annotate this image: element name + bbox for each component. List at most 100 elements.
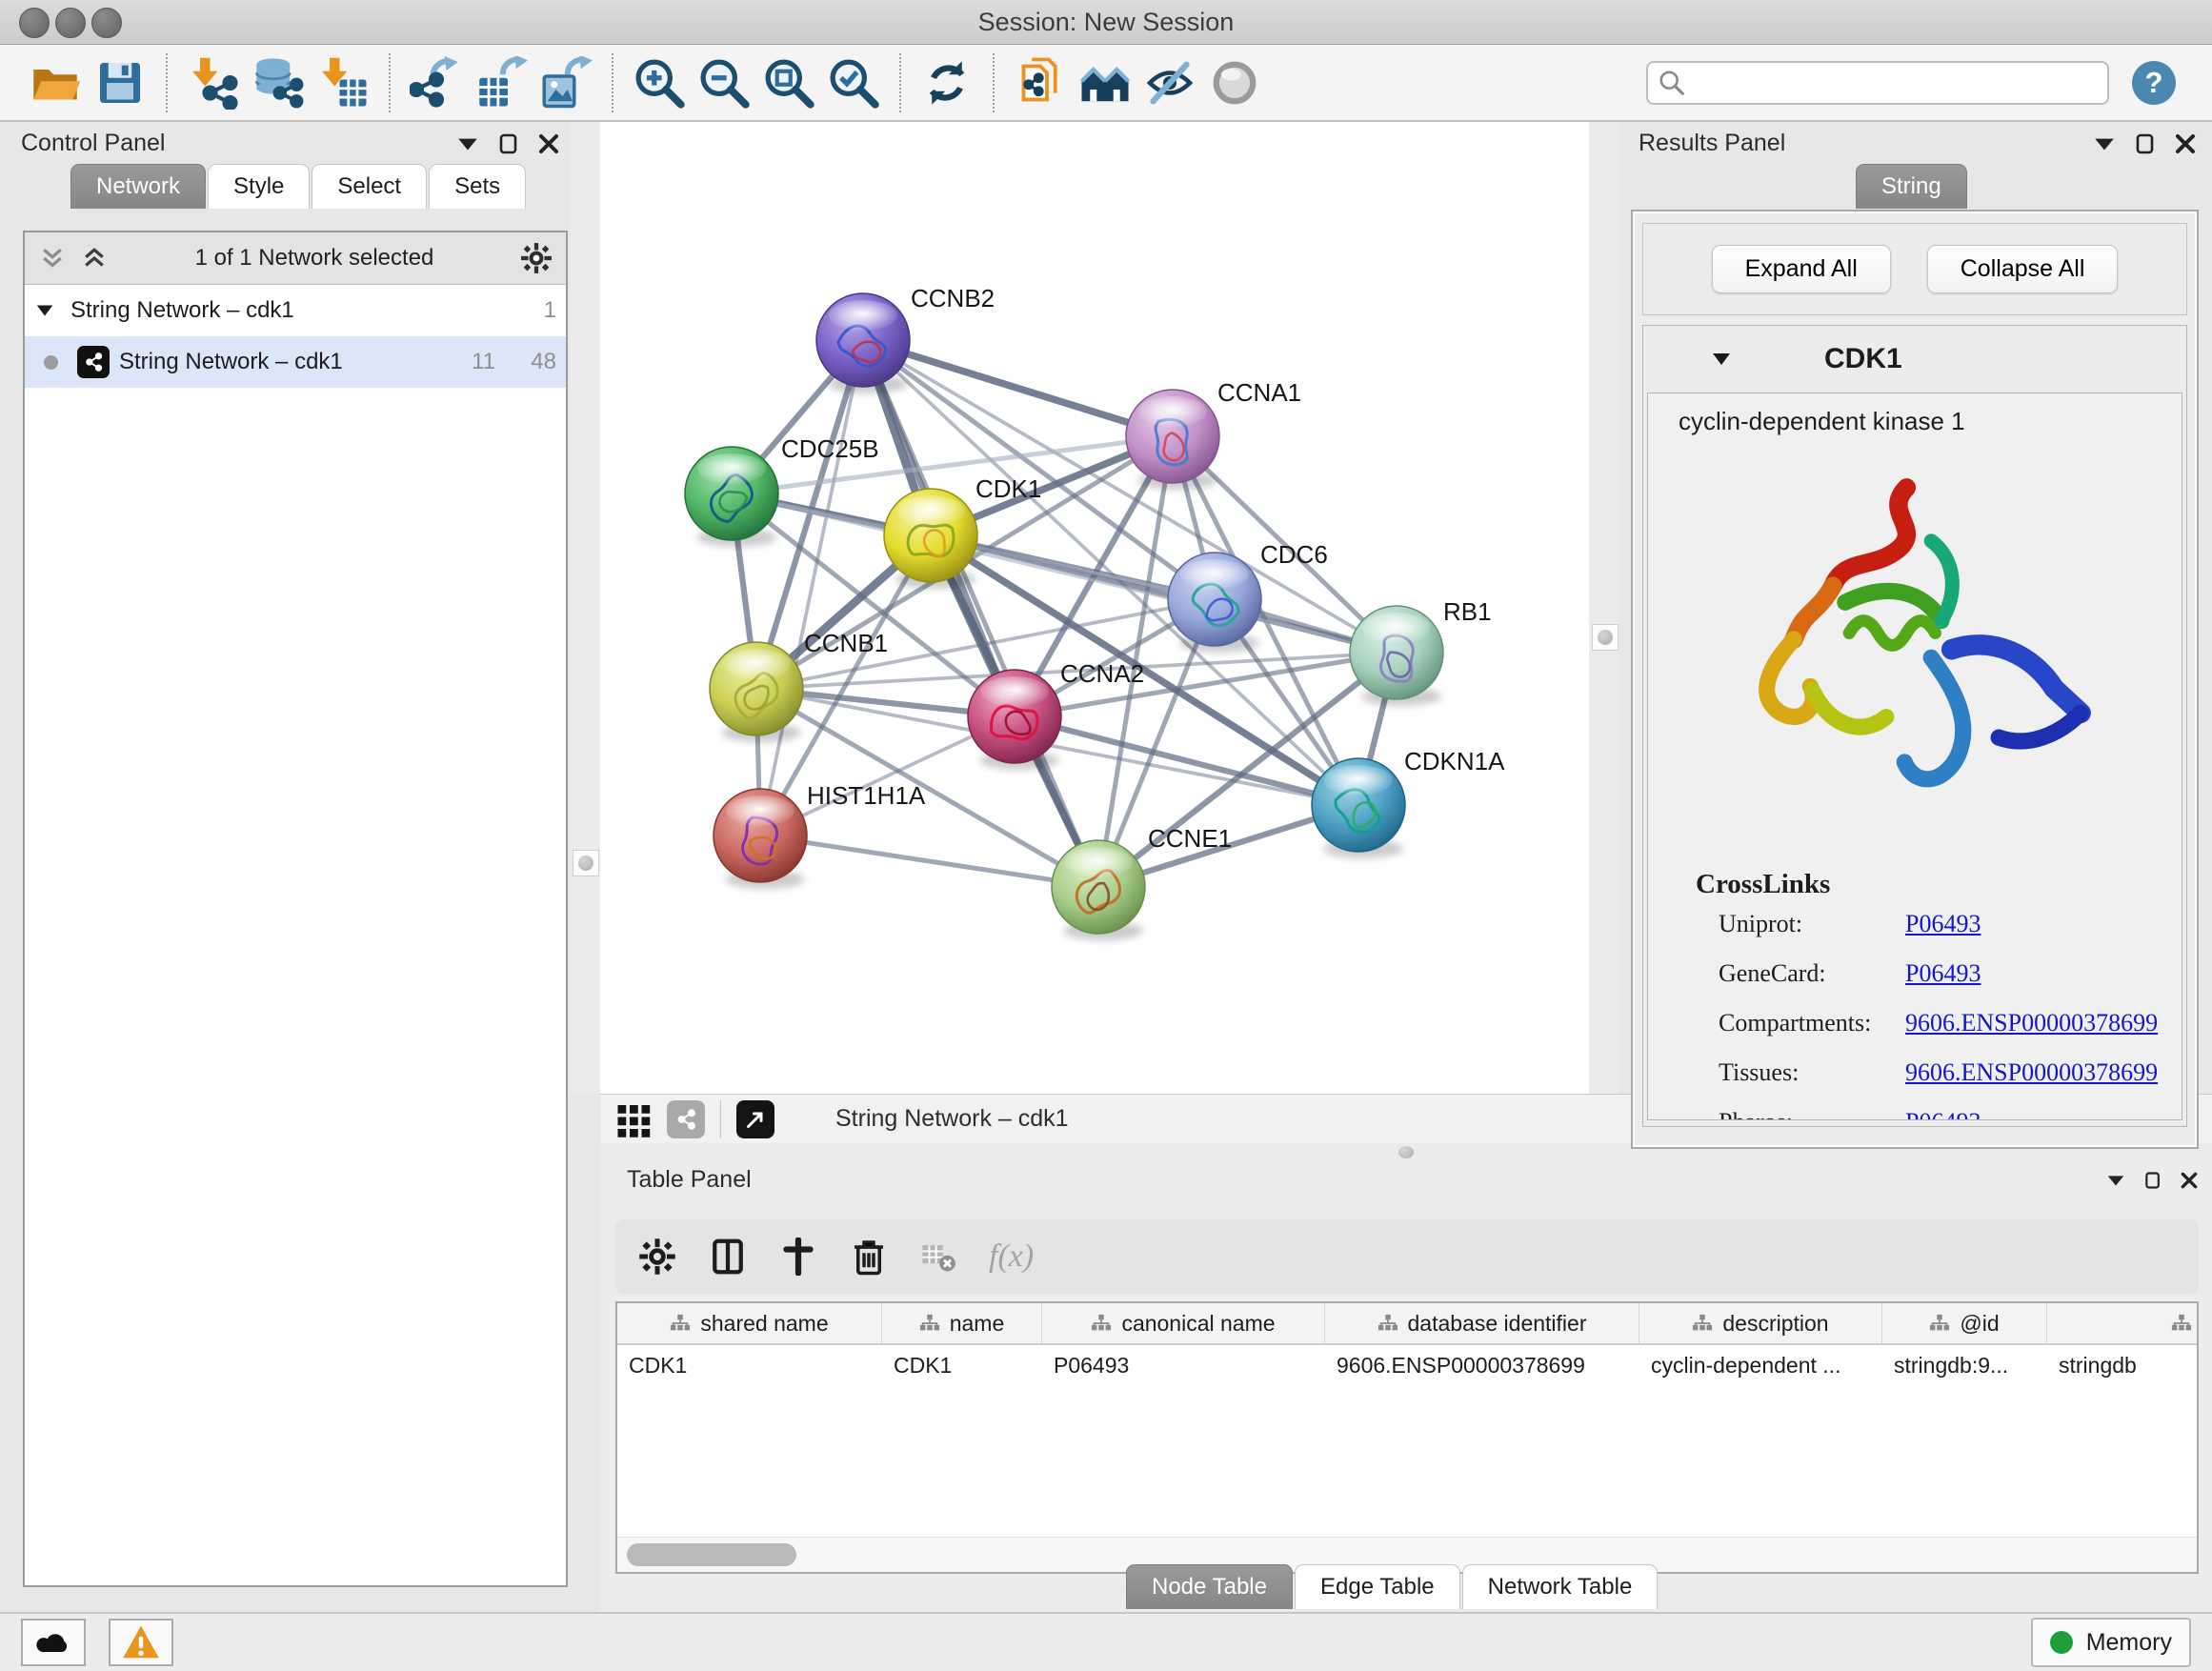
network-node-CCNE1[interactable] (1052, 840, 1145, 940)
cloud-button[interactable] (21, 1619, 86, 1666)
crosslink-link[interactable]: P06493 (1905, 910, 1981, 938)
right-splitter-handle[interactable] (1592, 624, 1619, 651)
column-header[interactable]: description (1639, 1303, 1882, 1343)
collapse-all-button[interactable]: Collapse All (1927, 245, 2119, 293)
crosslink-row: GeneCard:P06493 (1719, 959, 2182, 988)
tab-sets[interactable]: Sets (429, 164, 526, 209)
close-panel-icon[interactable] (2180, 1171, 2199, 1190)
column-header[interactable]: shared name (617, 1303, 882, 1343)
maximize-panel-icon[interactable] (2143, 1171, 2162, 1190)
memory-button[interactable]: Memory (2031, 1618, 2191, 1667)
column-header[interactable]: database identifier (1325, 1303, 1639, 1343)
network-node-RB1[interactable] (1350, 606, 1443, 706)
delete-table-icon[interactable] (920, 1238, 956, 1275)
crosslink-link[interactable]: 9606.ENSP00000378699 (1905, 1058, 2158, 1087)
save-session-icon[interactable] (92, 55, 148, 111)
memory-label: Memory (2086, 1629, 2172, 1657)
maximize-window-icon[interactable] (91, 8, 122, 38)
scrollbar-thumb[interactable] (627, 1543, 796, 1566)
float-panel-icon[interactable] (2092, 131, 2117, 156)
gear-icon[interactable] (520, 242, 553, 274)
show-columns-icon[interactable] (709, 1238, 747, 1276)
tab-network[interactable]: Network (70, 164, 206, 209)
open-session-icon[interactable] (28, 55, 83, 111)
refresh-icon[interactable] (919, 55, 975, 111)
crosslink-link[interactable]: 9606.ENSP00000378699 (1905, 1009, 2158, 1037)
tab-node-table[interactable]: Node Table (1126, 1564, 1293, 1609)
tab-select[interactable]: Select (312, 164, 427, 209)
network-node-CCNB1[interactable] (710, 642, 803, 742)
formula-fx-icon[interactable]: f(x) (989, 1238, 1034, 1275)
collapse-all-icon[interactable] (38, 244, 67, 272)
close-panel-icon[interactable] (2174, 132, 2197, 155)
entry-collapse-icon[interactable] (1710, 348, 1733, 371)
right-splitter[interactable] (1589, 122, 1619, 1160)
collection-expand-icon[interactable] (34, 300, 55, 321)
export-image-icon[interactable] (538, 55, 593, 111)
network-canvas[interactable]: CCNB2CCNA1CDC25BCDK1CDC6RB1CCNB1CCNA2CDK… (600, 122, 1589, 1094)
expand-all-icon[interactable] (80, 244, 109, 272)
zoom-fit-icon[interactable] (761, 55, 816, 111)
tab-network-table[interactable]: Network Table (1462, 1564, 1659, 1609)
network-node-label: CDC25B (781, 434, 879, 464)
crosslink-link[interactable]: P06493 (1905, 959, 1981, 988)
table-settings-gear-icon[interactable] (638, 1238, 676, 1276)
column-header[interactable]: canonical name (1042, 1303, 1325, 1343)
horizontal-splitter-handle[interactable] (1398, 1146, 1414, 1158)
float-panel-icon[interactable] (2105, 1170, 2126, 1191)
hide-glyph-eye-icon[interactable] (1142, 55, 1197, 111)
table-row[interactable]: CDK1CDK1P064939606.ENSP00000378699cyclin… (617, 1345, 2197, 1385)
search-input[interactable] (1686, 69, 2098, 97)
network-node-CDK1[interactable] (884, 489, 977, 589)
maximize-panel-icon[interactable] (2134, 132, 2157, 155)
column-header[interactable]: @id (1882, 1303, 2047, 1343)
close-panel-icon[interactable] (537, 132, 560, 155)
network-edge[interactable] (760, 836, 1098, 887)
string-view-icon[interactable] (667, 1100, 705, 1138)
left-splitter[interactable] (570, 122, 600, 1094)
network-collection-row[interactable]: String Network – cdk1 1 (25, 285, 566, 336)
tab-style[interactable]: Style (208, 164, 310, 209)
network-row[interactable]: String Network – cdk1 11 48 (25, 336, 566, 388)
gray-sphere-icon[interactable] (1207, 55, 1262, 111)
column-header-label: shared name (700, 1311, 828, 1337)
column-header[interactable]: namespac (2047, 1303, 2199, 1343)
column-header[interactable]: name (882, 1303, 1042, 1343)
grid-view-icon[interactable] (615, 1100, 654, 1138)
network-node-CDC25B[interactable] (685, 447, 778, 547)
table-cell: 9606.ENSP00000378699 (1325, 1345, 1639, 1385)
left-splitter-handle[interactable] (573, 850, 599, 876)
minimize-window-icon[interactable] (55, 8, 86, 38)
import-table-icon[interactable] (315, 55, 371, 111)
zoom-in-icon[interactable] (632, 55, 687, 111)
detach-view-icon[interactable] (736, 1100, 774, 1138)
tab-edge-table[interactable]: Edge Table (1295, 1564, 1460, 1609)
network-node-CDKN1A[interactable] (1312, 758, 1405, 858)
warnings-button[interactable] (109, 1619, 173, 1666)
network-node-CCNA2[interactable] (968, 670, 1061, 770)
close-window-icon[interactable] (19, 8, 50, 38)
tab-string-results[interactable]: String (1856, 164, 1967, 209)
float-panel-icon[interactable] (455, 131, 480, 156)
result-entry-header[interactable]: CDK1 (1643, 326, 2186, 393)
help-icon[interactable]: ? (2132, 61, 2176, 105)
network-node-label: CCNB2 (911, 284, 995, 313)
collection-count: 1 (513, 297, 556, 324)
maximize-panel-icon[interactable] (497, 132, 520, 155)
network-edge[interactable] (863, 340, 1173, 436)
import-network-database-icon[interactable] (251, 55, 306, 111)
add-column-icon[interactable] (779, 1238, 817, 1276)
network-node-CCNA1[interactable] (1126, 390, 1219, 490)
crosslink-link[interactable]: P06493 (1905, 1108, 1981, 1120)
import-network-file-icon[interactable] (186, 55, 241, 111)
string-homes-icon[interactable] (1077, 55, 1133, 111)
zoom-out-icon[interactable] (696, 55, 752, 111)
zoom-selected-icon[interactable] (826, 55, 881, 111)
delete-column-trash-icon[interactable] (850, 1238, 888, 1276)
window-title: Session: New Session (0, 0, 2212, 44)
export-table-icon[interactable] (473, 55, 529, 111)
network-node-HIST1H1A[interactable] (714, 789, 807, 889)
clone-network-icon[interactable] (1013, 55, 1068, 111)
export-network-icon[interactable] (409, 55, 464, 111)
expand-all-button[interactable]: Expand All (1712, 245, 1891, 293)
